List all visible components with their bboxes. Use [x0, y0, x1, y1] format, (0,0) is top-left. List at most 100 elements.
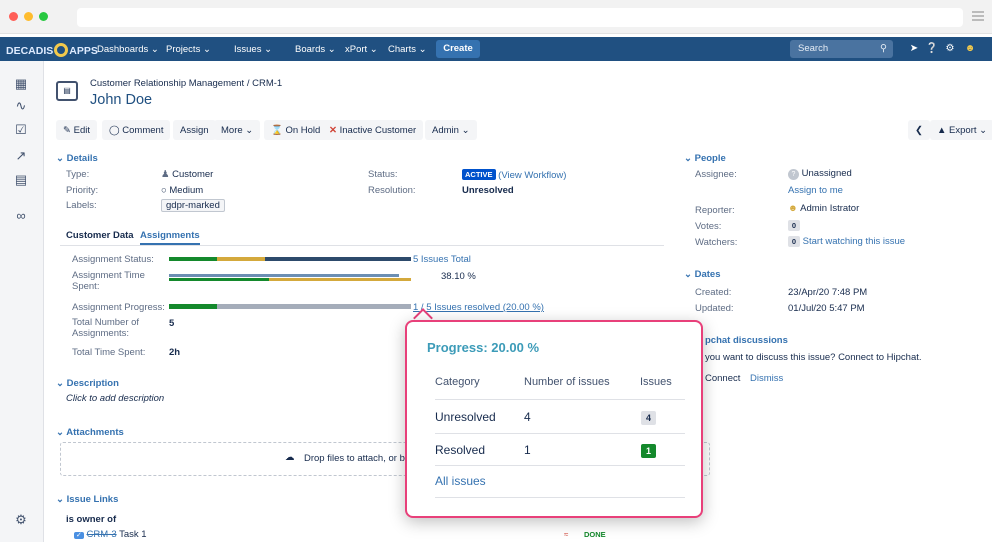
- edit-button[interactable]: ✎ Edit: [56, 120, 97, 140]
- details-heading[interactable]: ⌄ Details: [56, 153, 98, 164]
- label-tag[interactable]: gdpr-marked: [161, 199, 225, 212]
- reporter-value[interactable]: ☻ Admin Istrator: [788, 203, 859, 214]
- total-assignments-value: 5: [169, 318, 175, 329]
- progress-link[interactable]: 1 / 5 Issues resolved (20.00 %): [413, 302, 544, 313]
- issue-links-heading[interactable]: ⌄ Issue Links: [56, 494, 118, 505]
- nav-boards[interactable]: Boards ⌄: [295, 44, 336, 55]
- search-input[interactable]: Search ⚲: [790, 40, 893, 58]
- status-bar-inprogress: [217, 257, 265, 261]
- more-button[interactable]: More ⌄: [214, 120, 261, 140]
- start-watching-link[interactable]: Start watching this issue: [803, 236, 905, 247]
- reporter-label: Reporter:: [695, 205, 735, 216]
- inactive-customer-button[interactable]: ✕ Inactive Customer: [322, 120, 424, 140]
- nav-xport[interactable]: xPort ⌄: [345, 44, 378, 55]
- link-icon[interactable]: ∞: [12, 207, 30, 225]
- inactive-label: Inactive Customer: [339, 125, 417, 136]
- settings-icon[interactable]: ⚙: [12, 511, 30, 529]
- popup-row-unresolved-badge[interactable]: 4: [641, 411, 656, 425]
- create-button[interactable]: Create: [436, 40, 480, 58]
- status-label: Status:: [368, 169, 398, 180]
- hipchat-connect-button[interactable]: Connect: [705, 373, 740, 384]
- people-heading[interactable]: ⌄ People: [684, 153, 726, 164]
- search-placeholder: Search: [798, 43, 829, 54]
- comment-button[interactable]: ◯ Comment: [102, 120, 171, 140]
- comment-icon: ◯: [109, 125, 123, 136]
- issues-icon[interactable]: ☑: [12, 121, 30, 139]
- assign-to-me-link[interactable]: Assign to me: [788, 185, 843, 196]
- assignment-status-label: Assignment Status:: [72, 254, 154, 265]
- total-time-spent-label: Total Time Spent:: [72, 347, 146, 358]
- nav-charts[interactable]: Charts ⌄: [388, 44, 427, 55]
- time-bar-estimate: [169, 274, 399, 277]
- status-badge: ACTIVE: [462, 169, 496, 180]
- admin-button[interactable]: Admin ⌄: [425, 120, 477, 140]
- assign-button[interactable]: Assign: [173, 120, 216, 140]
- linked-issue-summary[interactable]: Task 1: [119, 529, 146, 540]
- resolved-count-badge[interactable]: 1: [641, 444, 656, 458]
- menu-icon[interactable]: [972, 11, 984, 21]
- labels-value[interactable]: gdpr-marked: [161, 199, 225, 212]
- hipchat-heading: pchat discussions: [705, 335, 788, 346]
- logo[interactable]: DECADIS APPS: [6, 43, 98, 57]
- time-bar-remaining: [269, 278, 411, 281]
- breadcrumb[interactable]: Customer Relationship Management / CRM-1: [90, 78, 282, 89]
- popup-title: Progress: 20.00 %: [427, 340, 540, 355]
- dates-heading[interactable]: ⌄ Dates: [684, 269, 720, 280]
- popup-row-unresolved-number: 4: [524, 410, 531, 424]
- popup-row-resolved-badge[interactable]: 1: [641, 444, 656, 458]
- charts-icon[interactable]: ▤: [12, 171, 30, 189]
- view-workflow-link[interactable]: (View Workflow): [498, 170, 566, 181]
- settings-gear-icon[interactable]: ⚙: [943, 42, 957, 56]
- help-icon[interactable]: ❔: [925, 42, 939, 56]
- assignment-time-label: Assignment Time Spent:: [72, 270, 145, 292]
- reporter-avatar-icon: ☻: [788, 203, 798, 214]
- page-title[interactable]: John Doe: [90, 92, 152, 108]
- maximize-window-icon[interactable]: [39, 12, 48, 21]
- watchers-label: Watchers:: [695, 237, 738, 248]
- nav-projects[interactable]: Projects ⌄: [166, 44, 211, 55]
- assignee-value: ? Unassigned: [788, 168, 852, 180]
- attachments-heading[interactable]: ⌄ Attachments: [56, 427, 124, 438]
- status-bar-done: [169, 257, 217, 261]
- user-avatar-icon[interactable]: ☻: [963, 42, 977, 56]
- notifications-icon[interactable]: ➤: [907, 42, 921, 56]
- linked-issue-key[interactable]: CRM-3: [87, 529, 117, 540]
- tab-assignments[interactable]: Assignments: [140, 230, 200, 245]
- linked-issue[interactable]: ✓ CRM-3 Task 1: [74, 529, 147, 540]
- progress-popup: Progress: 20.00 % Category Number of iss…: [405, 320, 703, 518]
- project-avatar-icon[interactable]: ▦: [12, 75, 30, 93]
- votes-value[interactable]: 0: [788, 220, 800, 231]
- priority-value-text: Medium: [169, 185, 204, 196]
- issues-total-link[interactable]: 5 Issues Total: [413, 254, 471, 265]
- description-placeholder[interactable]: Click to add description: [66, 393, 164, 404]
- close-window-icon[interactable]: [9, 12, 18, 21]
- time-spent-percent: 38.10 %: [441, 271, 476, 282]
- reports-icon[interactable]: ↗: [12, 147, 30, 165]
- people-heading-text: People: [694, 153, 726, 164]
- type-label: Type:: [66, 169, 90, 180]
- checkbox-icon: ✓: [74, 532, 84, 539]
- labels-label: Labels:: [66, 200, 97, 211]
- x-icon: ✕: [329, 125, 340, 136]
- nav-dashboards[interactable]: Dashboards ⌄: [97, 44, 159, 55]
- minimize-window-icon[interactable]: [24, 12, 33, 21]
- activity-icon[interactable]: ∿: [12, 97, 30, 115]
- logo-suffix: APPS: [69, 45, 98, 57]
- share-icon[interactable]: ❮: [908, 120, 930, 140]
- unresolved-count-badge[interactable]: 4: [641, 411, 656, 425]
- description-heading[interactable]: ⌄ Description: [56, 378, 119, 389]
- hipchat-dismiss-link[interactable]: Dismiss: [750, 373, 783, 384]
- time-bar-logged: [169, 278, 269, 281]
- upload-cloud-icon: ☁: [285, 452, 295, 463]
- tab-customer-data[interactable]: Customer Data: [66, 230, 134, 241]
- edit-label: Edit: [73, 125, 90, 136]
- status-bar-todo: [265, 257, 411, 261]
- total-assignments-label: Total Number of Assignments:: [72, 317, 140, 339]
- all-issues-link[interactable]: All issues: [435, 474, 486, 488]
- address-bar[interactable]: [77, 8, 963, 27]
- on-hold-button[interactable]: ⌛ On Hold: [264, 120, 328, 140]
- priority-label: Priority:: [66, 185, 99, 196]
- export-button[interactable]: ▲ Export ⌄: [930, 120, 992, 140]
- nav-issues[interactable]: Issues ⌄: [234, 44, 272, 55]
- logo-ring-icon: [54, 43, 69, 57]
